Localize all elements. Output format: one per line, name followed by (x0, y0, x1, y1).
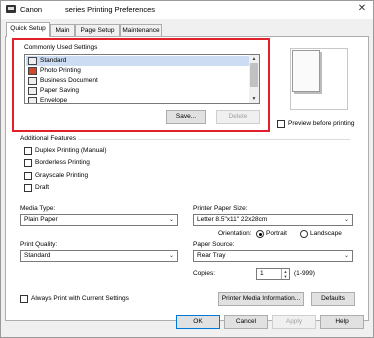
always-print-label: Always Print with Current Settings (31, 295, 129, 302)
chevron-down-icon: ⌄ (343, 217, 349, 223)
tab-main[interactable]: Main (50, 24, 75, 36)
spin-buttons[interactable]: ▲ ▼ (281, 269, 289, 279)
portrait-radio[interactable] (256, 230, 264, 238)
always-print-checkbox[interactable] (20, 295, 28, 303)
additional-features-heading: Additional Features (20, 135, 77, 142)
defaults-button[interactable]: Defaults (311, 292, 355, 306)
tab-quick-setup[interactable]: Quick Setup (6, 22, 50, 37)
duplex-checkbox[interactable] (24, 147, 32, 155)
apply-button[interactable]: Apply (272, 315, 316, 329)
paper-source-value: Rear Tray (197, 252, 226, 259)
paper-preview-sheet (292, 50, 320, 92)
grayscale-label: Grayscale Printing (35, 172, 89, 179)
printer-paper-size-select[interactable]: Letter 8.5"x11" 22x28cm ⌄ (193, 214, 353, 226)
borderless-checkbox[interactable] (24, 159, 32, 167)
preview-checkbox-label: Preview before printing (288, 120, 355, 127)
copies-label: Copies: (193, 270, 216, 277)
portrait-label: Portrait (266, 230, 287, 237)
landscape-radio[interactable] (300, 230, 308, 238)
divider (78, 139, 350, 140)
help-button[interactable]: Help (320, 315, 364, 329)
media-type-value: Plain Paper (24, 216, 58, 223)
print-quality-value: Standard (24, 252, 51, 259)
printer-media-information-button[interactable]: Printer Media Information... (218, 292, 304, 306)
orientation-label: Orientation: (218, 230, 252, 237)
tab-maintenance[interactable]: Maintenance (120, 24, 162, 36)
printer-paper-size-label: Printer Paper Size: (193, 205, 248, 212)
printer-icon (6, 5, 16, 13)
draft-checkbox[interactable] (24, 184, 32, 192)
copies-range: (1-999) (294, 270, 315, 277)
chevron-down-icon: ⌄ (168, 217, 174, 223)
window-title: Canon series Printing Preferences (20, 5, 156, 14)
paper-source-select[interactable]: Rear Tray ⌄ (193, 250, 353, 262)
copies-value: 1 (260, 270, 264, 277)
tab-page-setup[interactable]: Page Setup (75, 24, 120, 36)
close-icon[interactable]: ✕ (355, 3, 369, 15)
grayscale-checkbox[interactable] (24, 172, 32, 180)
draft-label: Draft (35, 184, 50, 191)
ok-button[interactable]: OK (176, 315, 220, 329)
borderless-label: Borderless Printing (35, 159, 90, 166)
duplex-label: Duplex Printing (Manual) (35, 147, 107, 154)
paper-source-label: Paper Source: (193, 241, 235, 248)
landscape-label: Landscape (310, 230, 342, 237)
cancel-button[interactable]: Cancel (224, 315, 268, 329)
chevron-down-icon: ⌄ (343, 253, 349, 259)
print-quality-select[interactable]: Standard ⌄ (20, 250, 178, 262)
chevron-down-icon: ⌄ (168, 253, 174, 259)
spin-down-icon[interactable]: ▼ (282, 274, 289, 279)
media-type-label: Media Type: (20, 205, 56, 212)
media-type-select[interactable]: Plain Paper ⌄ (20, 214, 178, 226)
preview-checkbox[interactable] (277, 120, 285, 128)
print-quality-label: Print Quality: (20, 241, 58, 248)
printer-paper-size-value: Letter 8.5"x11" 22x28cm (197, 216, 268, 223)
highlight-box (12, 38, 270, 132)
